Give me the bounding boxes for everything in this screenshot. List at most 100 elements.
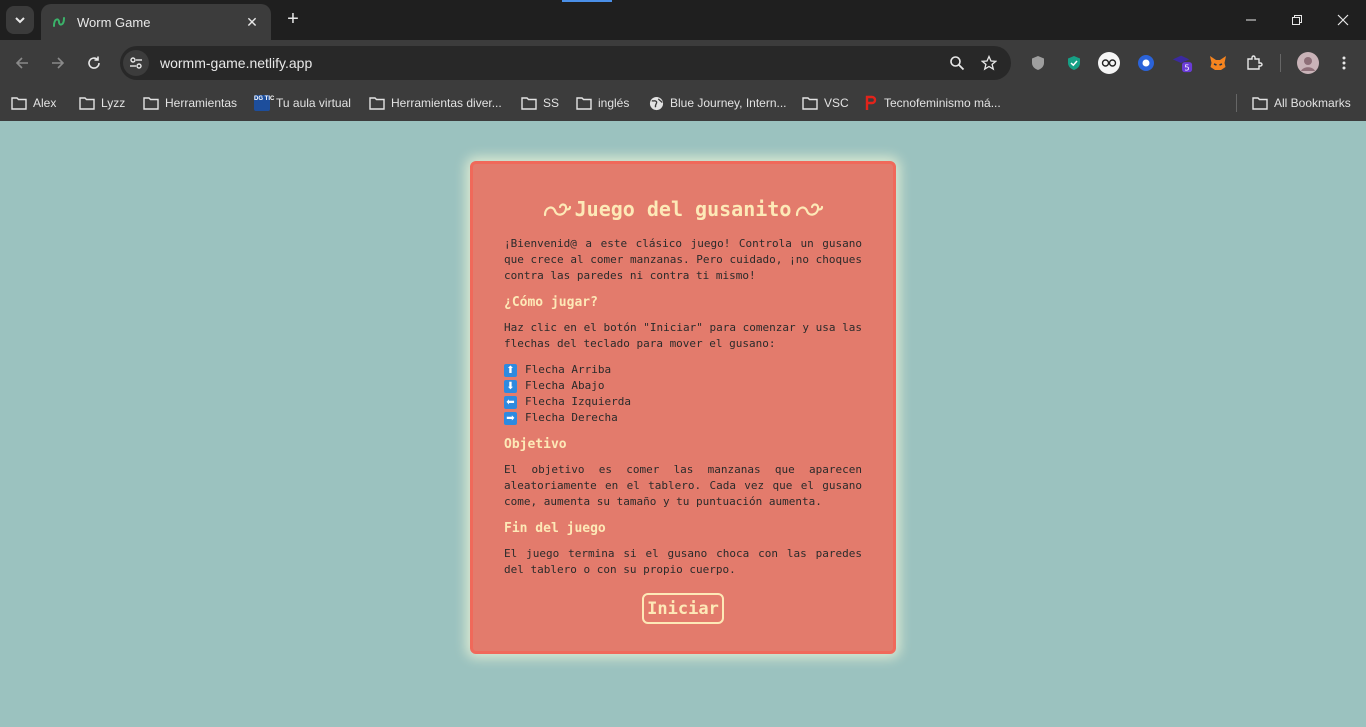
bookmark-blue-journey[interactable]: Blue Journey, Intern... (649, 92, 787, 114)
reload-button[interactable] (82, 51, 106, 75)
bookmark-vsc[interactable]: VSC (802, 92, 849, 114)
bookmark-label: SS (543, 96, 560, 110)
control-label: Flecha Abajo (525, 379, 605, 392)
control-label: Flecha Arriba (525, 363, 612, 376)
control-label: Flecha Derecha (525, 411, 618, 424)
folder-icon (1252, 97, 1268, 110)
p-logo-icon (865, 95, 877, 110)
profile-button[interactable] (1297, 52, 1319, 74)
folder-icon (79, 97, 95, 110)
all-bookmarks-button[interactable]: All Bookmarks (1252, 92, 1351, 114)
puzzle-icon (1247, 55, 1263, 70)
arrow-right-icon (52, 57, 65, 69)
bookmark-star-button[interactable] (973, 49, 1005, 77)
kebab-menu-icon (1342, 56, 1346, 70)
arrow-down-icon: ⬇ (504, 379, 517, 393)
bookmark-herramientas[interactable]: Herramientas (143, 92, 237, 114)
control-label: Flecha Izquierda (525, 395, 631, 408)
extension-circle-button[interactable] (1135, 52, 1157, 74)
avatar (1297, 52, 1319, 74)
list-item: ⬇ Flecha Abajo (504, 378, 862, 394)
arrow-left-icon (15, 57, 28, 69)
bookmark-label: Alex (33, 96, 57, 110)
extensions-button[interactable] (1243, 52, 1265, 74)
list-item: ⬅ Flecha Izquierda (504, 394, 862, 410)
shield-icon (1032, 56, 1044, 70)
bookmark-label: Tu aula virtual (276, 96, 351, 110)
toolbar-separator (1280, 54, 1281, 72)
extension-vpn-button[interactable] (1063, 52, 1085, 74)
game-intro-card: Juego del gusanito ¡Bienvenid@ a este cl… (470, 161, 896, 654)
objective-heading: Objetivo (504, 437, 567, 452)
minimize-button[interactable] (1228, 0, 1274, 40)
bookmark-label: Herramientas diver... (391, 96, 502, 110)
tune-icon (130, 57, 142, 69)
game-over-heading: Fin del juego (504, 521, 606, 536)
glasses-icon (1098, 52, 1120, 74)
bookmark-alex[interactable]: Alex (11, 92, 56, 114)
arrow-right-icon: ➡ (504, 411, 517, 425)
folder-icon (576, 97, 592, 110)
close-icon (1337, 14, 1349, 26)
shield-check-icon (1068, 56, 1080, 70)
start-button[interactable]: Iniciar (642, 593, 724, 624)
bookmark-tecnofeminismo[interactable]: Tecnofeminismo má... (864, 92, 1001, 114)
worm-icon (543, 203, 571, 217)
address-bar[interactable]: wormm-game.netlify.app (120, 46, 1011, 80)
site-info-button[interactable] (123, 50, 149, 76)
target-icon (1138, 55, 1154, 71)
bookmark-ss[interactable]: SS (521, 92, 559, 114)
globe-icon (649, 96, 664, 110)
bookmark-label: Lyzz (101, 96, 126, 110)
minimize-icon (1246, 19, 1256, 21)
game-title: Juego del gusanito (504, 194, 862, 224)
folder-icon (11, 97, 27, 110)
bookmark-herramientas-diver[interactable]: Herramientas diver... (369, 92, 502, 114)
list-item: ➡ Flecha Derecha (504, 410, 862, 426)
new-tab-button[interactable]: + (282, 8, 304, 30)
bookmark-label: VSC (824, 96, 849, 110)
list-item: ⬆ Flecha Arriba (504, 362, 862, 378)
chevron-down-icon (15, 17, 25, 24)
bookmark-label: Herramientas (165, 96, 238, 110)
bookmarks-separator (1236, 94, 1237, 112)
bookmark-label: inglés (598, 96, 630, 110)
back-button[interactable] (10, 51, 34, 75)
zoom-button[interactable] (941, 49, 973, 77)
browser-menu-button[interactable] (1333, 52, 1355, 74)
worm-favicon-icon (53, 17, 65, 27)
zoom-icon (950, 56, 965, 71)
folder-icon (521, 97, 537, 110)
extension-metamask-button[interactable] (1207, 52, 1229, 74)
tab-search-button[interactable] (6, 6, 34, 34)
extension-academic-button[interactable]: 5 (1171, 52, 1193, 74)
arrow-left-icon: ⬅ (504, 395, 517, 409)
bookmark-lyzz[interactable]: Lyzz (79, 92, 125, 114)
extension-reader-button[interactable] (1098, 52, 1120, 74)
close-window-button[interactable] (1320, 0, 1366, 40)
dgtic-icon: DG TIC (254, 95, 274, 111)
bookmark-tu-aula-virtual[interactable]: DG TIC Tu aula virtual (254, 92, 351, 114)
folder-icon (143, 97, 159, 110)
fox-icon (1210, 56, 1226, 70)
forward-button[interactable] (46, 51, 70, 75)
bookmarks-bar: Alex Lyzz Herramientas DG TIC Tu aula vi… (0, 86, 1366, 121)
folder-icon (802, 97, 818, 110)
all-bookmarks-label: All Bookmarks (1274, 96, 1351, 110)
graduation-cap-icon: 5 (1172, 55, 1193, 72)
close-tab-icon[interactable]: ✕ (243, 14, 261, 31)
bookmark-label: Blue Journey, Intern... (670, 96, 787, 110)
active-tab[interactable]: Worm Game ✕ (41, 4, 271, 40)
url-text[interactable]: wormm-game.netlify.app (160, 55, 941, 71)
extension-shield-button[interactable] (1027, 52, 1049, 74)
objective-text: El objetivo es comer las manzanas que ap… (504, 463, 862, 508)
arrow-up-icon: ⬆ (504, 363, 517, 377)
tab-strip-accent (562, 0, 612, 2)
restore-button[interactable] (1274, 0, 1320, 40)
reload-icon (88, 56, 100, 69)
how-to-play-heading: ¿Cómo jugar? (504, 295, 598, 310)
star-icon (981, 55, 997, 71)
restore-icon (1292, 15, 1302, 25)
intro-text: ¡Bienvenid@ a este clásico juego! Contro… (504, 237, 862, 282)
bookmark-ingles[interactable]: inglés (576, 92, 629, 114)
